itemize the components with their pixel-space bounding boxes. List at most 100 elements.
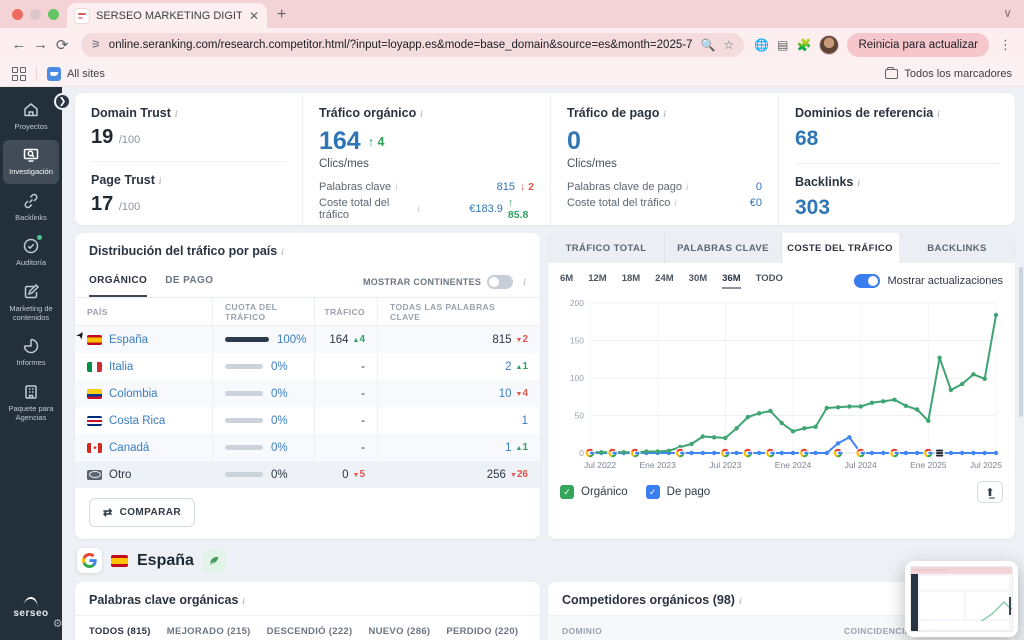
- sidebar-collapse-button[interactable]: ❯: [54, 93, 71, 110]
- new-tab-button[interactable]: +: [277, 6, 286, 24]
- chart-tab-coste-del-tráfico[interactable]: COSTE DEL TRÁFICO: [782, 233, 899, 263]
- info-icon[interactable]: i: [175, 109, 178, 119]
- range-24m[interactable]: 24M: [655, 273, 673, 289]
- export-button[interactable]: ⬆̲: [977, 481, 1003, 503]
- translate-icon[interactable]: 🌐: [754, 38, 769, 52]
- info-icon[interactable]: i: [242, 596, 245, 606]
- metric-subrow-value[interactable]: €183.9: [469, 203, 503, 215]
- info-icon[interactable]: i: [523, 277, 526, 287]
- profile-avatar[interactable]: [819, 34, 840, 55]
- info-icon[interactable]: i: [395, 182, 398, 192]
- range-6m[interactable]: 6M: [560, 273, 573, 289]
- country-tab-orgánico[interactable]: ORGÁNICO: [89, 266, 148, 297]
- keywords-value[interactable]: 2: [505, 361, 511, 373]
- range-todo[interactable]: TODO: [756, 273, 783, 289]
- zoom-icon[interactable]: 🔍: [700, 38, 715, 52]
- window-minimize-button[interactable]: [30, 8, 41, 20]
- keywords-tab-descendió[interactable]: DESCENDIÓ (222): [267, 616, 353, 640]
- forward-icon[interactable]: →: [32, 36, 50, 53]
- sidebar-item-auditoria[interactable]: Auditoría: [3, 231, 59, 274]
- info-icon[interactable]: i: [937, 109, 940, 119]
- country-name[interactable]: Costa Rica: [109, 415, 165, 427]
- chart-tab-tráfico-total[interactable]: TRÁFICO TOTAL: [548, 233, 665, 263]
- info-icon[interactable]: i: [674, 198, 677, 208]
- side-panel-icon[interactable]: ▤: [777, 38, 788, 52]
- metric-subrow-value[interactable]: 0: [756, 181, 762, 193]
- browser-menu-icon[interactable]: ⋮: [997, 37, 1014, 53]
- keywords-tab-nuevo[interactable]: NUEVO (286): [368, 616, 430, 640]
- sidebar-item-informes[interactable]: Informes: [3, 331, 59, 374]
- browser-tab[interactable]: SERSEO MARKETING DIGITAL ✕: [67, 3, 267, 28]
- country-name[interactable]: Canadá: [109, 442, 149, 454]
- range-12m[interactable]: 12M: [588, 273, 606, 289]
- metric-subrow-value[interactable]: 815: [497, 181, 515, 193]
- window-close-button[interactable]: [12, 8, 23, 20]
- info-icon[interactable]: i: [159, 176, 162, 186]
- legend-checkbox[interactable]: ✓: [645, 485, 660, 499]
- sidebar-item-paquete-agencias[interactable]: Paquete para Agencias: [3, 377, 59, 430]
- apps-grid-icon[interactable]: [12, 66, 26, 81]
- country-row[interactable]: Costa Rica 0% - 1: [75, 407, 540, 434]
- info-icon[interactable]: i: [420, 109, 423, 119]
- keywords-value[interactable]: 1: [505, 442, 511, 454]
- country-name[interactable]: Otro: [109, 469, 131, 481]
- legend-de-pago[interactable]: ✓ De pago: [645, 485, 710, 499]
- country-name[interactable]: Italia: [109, 361, 133, 373]
- chart-tab-backlinks[interactable]: BACKLINKS: [899, 233, 1015, 263]
- info-icon[interactable]: i: [281, 247, 284, 257]
- country-row[interactable]: Otro 0% 0 ▼5 256 ▼26: [75, 461, 540, 488]
- country-name[interactable]: España: [109, 334, 148, 346]
- url-text[interactable]: online.seranking.com/research.competitor…: [109, 39, 693, 51]
- bookmark-star-icon[interactable]: ☆: [723, 38, 734, 52]
- tab-close-icon[interactable]: ✕: [249, 9, 259, 23]
- country-name[interactable]: Colombia: [109, 388, 158, 400]
- info-icon[interactable]: i: [739, 596, 742, 606]
- chart-tab-palabras-clave[interactable]: PALABRAS CLAVE: [665, 233, 782, 263]
- show-updates-toggle[interactable]: [854, 274, 881, 288]
- sidebar-item-marketing-contenidos[interactable]: Marketing de contenidos: [3, 277, 59, 330]
- url-bar[interactable]: ⚞ online.seranking.com/research.competit…: [80, 32, 745, 57]
- extensions-icon[interactable]: 🧩: [796, 38, 811, 52]
- sidebar-item-proyectos[interactable]: Proyectos: [3, 95, 59, 138]
- keywords-value[interactable]: 1: [522, 415, 528, 427]
- page-preview-thumbnail[interactable]: [905, 561, 1018, 637]
- bookmark-all-sites[interactable]: All sites: [67, 68, 105, 80]
- site-info-icon[interactable]: ⚞: [91, 38, 101, 51]
- info-icon[interactable]: i: [686, 182, 689, 192]
- compare-button[interactable]: ⇄ COMPARAR: [89, 498, 195, 527]
- country-row[interactable]: Canadá 0% - 1 ▲1: [75, 434, 540, 461]
- keywords-value[interactable]: 10: [499, 388, 512, 400]
- legend-checkbox[interactable]: ✓: [560, 485, 574, 499]
- relaunch-to-update-button[interactable]: Reinicia para actualizar: [847, 32, 989, 57]
- organic-traffic-value[interactable]: 164: [319, 129, 361, 154]
- range-36m[interactable]: 36M: [722, 273, 741, 289]
- info-icon[interactable]: i: [857, 178, 860, 188]
- reload-icon[interactable]: ⟳: [53, 36, 71, 54]
- backlinks-value[interactable]: 303: [795, 196, 999, 220]
- show-continents-toggle[interactable]: [487, 274, 514, 289]
- country-row[interactable]: Italia 0% - 2 ▲1: [75, 353, 540, 380]
- keywords-tab-todos[interactable]: TODOS (815): [89, 616, 151, 640]
- country-row[interactable]: Colombia 0% -10 ▼4: [75, 380, 540, 407]
- country-tab-de-pago[interactable]: DE PAGO: [165, 266, 213, 297]
- keywords-tab-mejorado[interactable]: MEJORADO (215): [167, 616, 251, 640]
- country-row[interactable]: ➤ España 100% 164 ▲4 815 ▼2: [74, 326, 540, 353]
- sidebar-item-investigacion[interactable]: Investigación: [3, 140, 59, 184]
- paid-traffic-value[interactable]: 0: [567, 129, 581, 154]
- back-icon[interactable]: ←: [10, 36, 28, 53]
- info-icon[interactable]: i: [417, 204, 420, 214]
- window-maximize-button[interactable]: [48, 8, 59, 20]
- ref-domains-value[interactable]: 68: [795, 127, 999, 151]
- range-30m[interactable]: 30M: [689, 273, 707, 289]
- metric-subrow-value[interactable]: €0: [750, 197, 762, 209]
- sidebar-item-backlinks[interactable]: Backlinks: [3, 186, 59, 229]
- scrollbar-thumb[interactable]: [1019, 267, 1023, 417]
- range-18m[interactable]: 18M: [622, 273, 640, 289]
- legend-orgánico[interactable]: ✓ Orgánico: [560, 485, 628, 499]
- keywords-value[interactable]: 815: [492, 334, 511, 346]
- all-bookmarks[interactable]: Todos los marcadores: [885, 66, 1012, 80]
- keywords-tab-perdido[interactable]: PERDIDO (220): [446, 616, 518, 640]
- keywords-value[interactable]: 256: [487, 469, 506, 481]
- chevron-down-icon[interactable]: ∨: [1003, 6, 1012, 20]
- info-icon[interactable]: i: [663, 109, 666, 119]
